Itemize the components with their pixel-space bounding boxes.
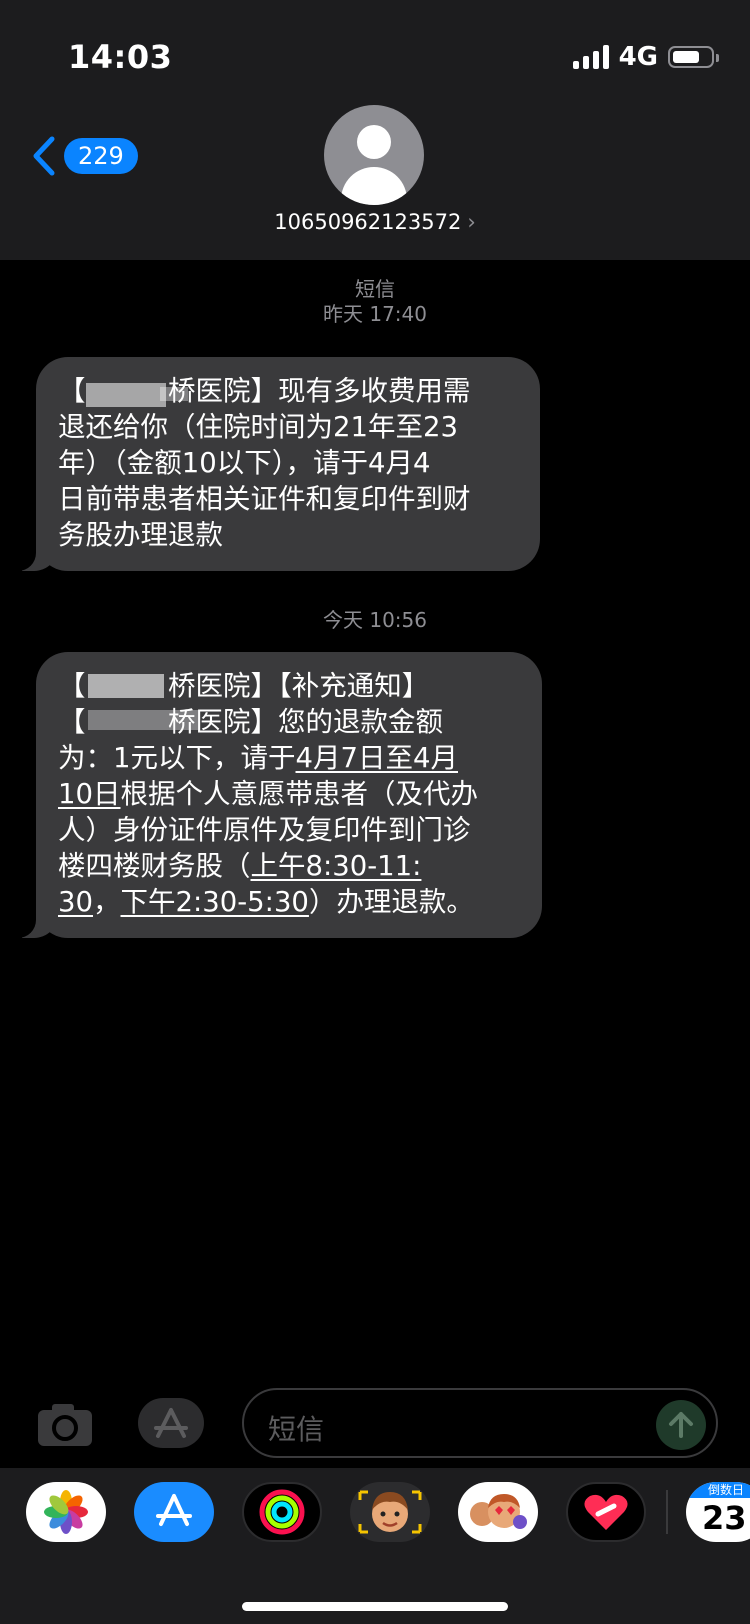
camera-button[interactable] bbox=[36, 1402, 94, 1448]
heart-sticker-icon bbox=[584, 1494, 628, 1530]
message-bubble[interactable]: 【 桥医院】现有多收费用需 退还给你（住院时间为21年至23 年）（金额10以下… bbox=[12, 357, 540, 571]
message-text: 根据个人意愿带患者（及代办 bbox=[120, 778, 479, 810]
status-indicators: 4G bbox=[572, 42, 719, 72]
memoji-stickers-icon bbox=[470, 1494, 527, 1529]
photos-icon bbox=[44, 1490, 88, 1534]
message-text: 楼四楼财务股（ bbox=[58, 850, 251, 882]
chevron-left-icon bbox=[33, 136, 55, 176]
app-store-app[interactable] bbox=[134, 1482, 214, 1542]
time-link[interactable]: 下午2:30-5:30 bbox=[121, 886, 309, 918]
bubble-tail bbox=[12, 906, 58, 938]
app-drawer: 倒数日 23 bbox=[0, 1468, 750, 1624]
message-text: ）办理退款。 bbox=[308, 886, 474, 918]
countdown-app[interactable]: 倒数日 23 bbox=[686, 1482, 750, 1542]
message-timestamp: 今天 10:56 bbox=[323, 608, 427, 632]
message-input[interactable]: 短信 bbox=[242, 1388, 718, 1458]
message-service-label: 短信 bbox=[355, 277, 395, 301]
memoji-icon bbox=[358, 1490, 422, 1534]
date-link[interactable]: 10日 bbox=[58, 778, 121, 810]
message-text: 为：1元以下，请于 bbox=[58, 742, 296, 774]
date-link[interactable]: 4月7日至4月 bbox=[296, 742, 459, 774]
contact-name-button[interactable]: 10650962123572 › bbox=[0, 210, 750, 234]
redaction-mosaic bbox=[88, 710, 198, 730]
countdown-label: 倒数日 bbox=[686, 1482, 750, 1498]
activity-app[interactable] bbox=[242, 1482, 322, 1542]
send-button[interactable] bbox=[656, 1400, 706, 1450]
unread-count-badge: 229 bbox=[64, 138, 138, 174]
message-line: 10日根据个人意愿带患者（及代办 bbox=[58, 776, 518, 812]
app-store-icon bbox=[156, 1494, 192, 1526]
message-text: ， bbox=[93, 886, 121, 918]
message-input-placeholder: 短信 bbox=[268, 1413, 325, 1446]
drawer-divider bbox=[666, 1490, 668, 1534]
contact-avatar[interactable] bbox=[324, 105, 424, 205]
back-button[interactable]: 229 bbox=[30, 135, 138, 177]
time-link[interactable]: 上午8:30-11: bbox=[251, 850, 422, 882]
message-timestamp: 昨天 17:40 bbox=[323, 302, 427, 326]
redaction-mosaic bbox=[86, 383, 166, 407]
network-type: 4G bbox=[618, 42, 658, 72]
message-bubble[interactable]: 【 桥医院】【补充通知】 【 桥医院】您的退款金额 为：1元以下，请于4月7日至… bbox=[12, 652, 542, 938]
message-line: 年）（金额10以下），请于4月4 bbox=[58, 447, 431, 479]
time-link[interactable]: 30 bbox=[58, 886, 93, 918]
apps-button[interactable] bbox=[138, 1398, 204, 1448]
status-time: 14:03 bbox=[68, 38, 173, 76]
message-line: 楼四楼财务股（上午8:30-11: bbox=[58, 848, 518, 884]
battery-icon bbox=[668, 46, 719, 68]
memoji-app[interactable] bbox=[350, 1482, 430, 1542]
home-indicator[interactable] bbox=[242, 1602, 508, 1611]
conversation-header: 14:03 4G 229 10650962123572 › bbox=[0, 0, 750, 260]
bubble-tail bbox=[12, 539, 58, 571]
heart-sticker-app[interactable] bbox=[566, 1482, 646, 1542]
message-line: 日前带患者相关证件和复印件到财 bbox=[58, 483, 471, 515]
redaction-mosaic bbox=[88, 674, 164, 698]
activity-icon bbox=[259, 1489, 305, 1535]
contact-number: 10650962123572 bbox=[274, 210, 462, 234]
message-line: 为：1元以下，请于4月7日至4月 bbox=[58, 740, 518, 776]
message-line: 务股办理退款 bbox=[58, 519, 223, 551]
camera-icon bbox=[38, 1404, 92, 1446]
message-line: 人）身份证件原件及复印件到门诊 bbox=[58, 814, 471, 846]
cellular-signal-icon bbox=[572, 45, 609, 69]
photos-app[interactable] bbox=[26, 1482, 106, 1542]
message-line: 退还给你（住院时间为21年至23 bbox=[58, 411, 458, 443]
message-line: 30，下午2:30-5:30）办理退款。 bbox=[58, 884, 518, 920]
countdown-number: 23 bbox=[702, 1499, 747, 1537]
redaction-mosaic bbox=[160, 387, 188, 401]
arrow-up-icon bbox=[669, 1412, 693, 1438]
memoji-stickers-app[interactable] bbox=[458, 1482, 538, 1542]
app-store-icon bbox=[154, 1408, 188, 1438]
chevron-right-icon: › bbox=[467, 210, 476, 234]
